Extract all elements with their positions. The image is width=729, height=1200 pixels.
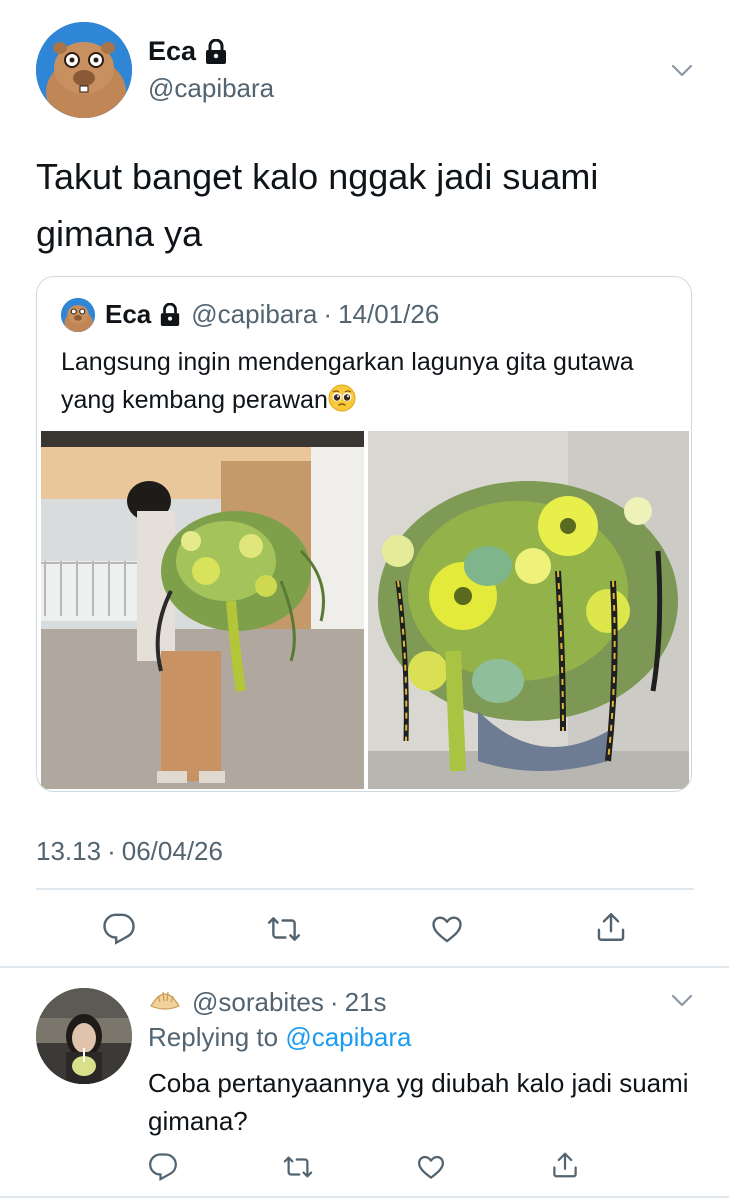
reply-button[interactable] xyxy=(148,1152,178,1182)
reply-header: @sorabites · 21s xyxy=(148,984,387,1021)
reply-icon xyxy=(103,913,135,945)
photo-person-with-bouquet[interactable] xyxy=(41,431,364,789)
pleading-face-emoji-icon xyxy=(328,384,356,423)
timestamp-date: 06/04/26 xyxy=(121,836,223,866)
lock-icon xyxy=(204,38,228,65)
divider xyxy=(36,888,694,890)
retweet-icon xyxy=(283,1156,313,1178)
dumpling-emoji-icon xyxy=(148,984,182,1021)
quoted-author-name: Eca xyxy=(105,299,152,329)
separator-dot: · xyxy=(107,836,116,866)
author-name-row[interactable]: Eca xyxy=(148,36,228,67)
separator-dot: · xyxy=(323,299,333,329)
like-button[interactable] xyxy=(416,1152,446,1182)
like-icon xyxy=(418,1155,444,1179)
replying-to-line: Replying to @capibara xyxy=(148,1022,411,1053)
share-button[interactable] xyxy=(594,910,628,944)
quoted-tweet-header: Eca @capibara · 14/01/26 xyxy=(105,299,439,330)
like-icon xyxy=(432,916,462,943)
retweet-icon xyxy=(267,917,301,941)
share-button[interactable] xyxy=(550,1150,580,1180)
reply-icon xyxy=(149,1153,177,1182)
quoted-tweet-text: Langsung ingin mendengarkan lagunya gita… xyxy=(61,343,671,423)
reply-author-handle[interactable]: @sorabites xyxy=(192,987,324,1018)
divider xyxy=(0,966,729,968)
divider xyxy=(0,1196,729,1198)
timestamp-time: 13.13 xyxy=(36,836,102,866)
reply-text: Coba pertanyaannya yg diubah kalo jadi s… xyxy=(148,1068,689,1136)
author-avatar[interactable] xyxy=(36,22,132,118)
replying-to-mention-link[interactable]: @capibara xyxy=(285,1022,411,1052)
reply-time: 21s xyxy=(344,987,387,1017)
share-icon xyxy=(597,913,625,941)
chevron-down-icon[interactable] xyxy=(668,986,696,1014)
reply-author-avatar[interactable] xyxy=(36,988,132,1084)
quoted-author-handle: @capibara xyxy=(191,299,318,329)
photo-bouquet-closeup[interactable] xyxy=(368,431,689,789)
tweet-text: Takut banget kalo nggak jadi suami giman… xyxy=(36,156,599,254)
lock-icon xyxy=(159,302,181,327)
quoted-author-avatar xyxy=(61,298,95,332)
share-icon xyxy=(553,1152,577,1178)
quoted-tweet-date: 14/01/26 xyxy=(338,299,440,329)
retweet-button[interactable] xyxy=(266,912,302,946)
like-button[interactable] xyxy=(430,912,464,946)
author-name[interactable]: Eca xyxy=(148,36,196,67)
reply-button[interactable] xyxy=(102,912,136,946)
retweet-button[interactable] xyxy=(282,1152,314,1182)
replying-to-label: Replying to xyxy=(148,1022,279,1052)
separator-dot: · xyxy=(329,987,339,1017)
quoted-tweet-card[interactable]: Eca @capibara · 14/01/26 Langsung ingin … xyxy=(36,276,692,792)
author-handle[interactable]: @capibara xyxy=(148,73,274,104)
tweet-timestamp[interactable]: 13.13 · 06/04/26 xyxy=(36,836,223,867)
chevron-down-icon[interactable] xyxy=(668,56,696,84)
